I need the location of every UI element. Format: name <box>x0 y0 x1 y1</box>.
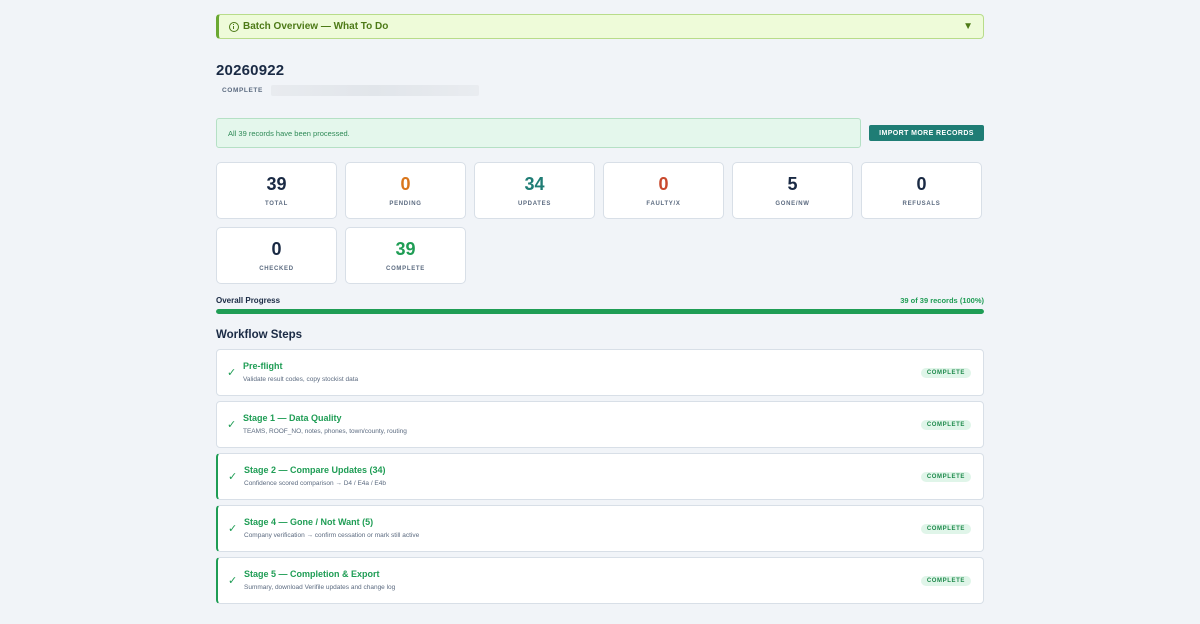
step-description: TEAMS, ROOF_NO, notes, phones, town/coun… <box>243 427 407 435</box>
step-description: Company verification → confirm cessation… <box>244 531 420 539</box>
step-description: Validate result codes, copy stockist dat… <box>243 375 359 383</box>
stat-card-gone-nw: 5 GONE/NW <box>732 162 853 219</box>
workflow-section-title: Workflow Steps <box>216 329 303 341</box>
progress-bar-fill <box>216 309 984 314</box>
chevron-down-icon[interactable]: ▼ <box>963 21 973 32</box>
workflow-step[interactable]: ✓ Stage 2 — Compare Updates (34) Confidenc… <box>216 453 984 500</box>
completion-notice-text: All 39 records have been processed. <box>228 128 350 138</box>
status-row: COMPLETE <box>216 85 984 96</box>
workflow-steps: ✓ Pre-flight Validate result codes, copy s… <box>216 349 984 604</box>
step-title: Stage 4 — Gone / Not Want (5) <box>244 516 374 527</box>
import-more-records-button[interactable]: IMPORT MORE RECORDS <box>869 125 984 141</box>
status-badge: COMPLETE <box>222 87 263 94</box>
step-title: Stage 1 — Data Quality <box>243 412 342 423</box>
progress-header: Overall Progress 39 of 39 records (100%) <box>216 296 984 305</box>
stat-card-total: 39 TOTAL <box>216 162 337 219</box>
stat-value: 39 <box>395 239 416 259</box>
status-badge: COMPLETE <box>920 523 971 534</box>
workflow-step[interactable]: ✓ Pre-flight Validate result codes, copy s… <box>216 349 984 396</box>
batch-overview-banner[interactable]: Batch Overview — What To Do ▼ <box>216 14 984 39</box>
stat-label: UPDATES <box>517 201 552 207</box>
stat-card-complete: 39 COMPLETE <box>345 227 466 284</box>
stat-label: CHECKED <box>259 266 294 272</box>
step-title: Pre-flight <box>243 360 283 371</box>
check-icon: ✓ <box>227 367 237 379</box>
stat-card-checked: 0 CHECKED <box>216 227 337 284</box>
batch-overview-page: Batch Overview — What To Do ▼ 20260922 C… <box>216 14 984 604</box>
stat-label: PENDING <box>389 201 422 207</box>
stat-label: GONE/NW <box>775 201 810 207</box>
workflow-step[interactable]: ✓ Stage 1 — Data Quality TEAMS, ROOF_NO, n… <box>216 401 984 448</box>
status-badge: COMPLETE <box>920 575 971 586</box>
stat-value: 0 <box>400 174 411 194</box>
stat-card-faulty-x: 0 FAULTY/X <box>603 162 724 219</box>
step-text: Stage 2 — Compare Updates (34) Confidence… <box>244 465 921 487</box>
status-badge: COMPLETE <box>920 367 971 378</box>
banner-header: Batch Overview — What To Do <box>229 21 388 32</box>
stat-label: FAULTY/X <box>646 201 681 207</box>
step-text: Stage 1 — Data Quality TEAMS, ROOF_NO, no… <box>243 413 921 435</box>
check-icon: ✓ <box>228 471 238 483</box>
status-badge: COMPLETE <box>920 419 971 430</box>
stat-card-pending: 0 PENDING <box>345 162 466 219</box>
stat-cards: 39 TOTAL 0 PENDING 34 UPDATES 0 FAULTY/X 5 GONE/N… <box>216 162 984 284</box>
completion-notice: All 39 records have been processed. <box>216 118 861 148</box>
stat-value: 5 <box>787 174 798 194</box>
progress-label: Overall Progress <box>216 296 281 305</box>
stat-value: 0 <box>916 174 927 194</box>
check-icon: ✓ <box>228 575 238 587</box>
step-title: Stage 2 — Compare Updates (34) <box>244 464 386 475</box>
step-text: Stage 5 — Completion & Export Summary, do… <box>244 569 921 591</box>
redacted-bar <box>270 85 479 96</box>
step-text: Pre-flight Validate result codes, copy st… <box>243 361 921 383</box>
page-title: 20260922 <box>216 62 285 79</box>
step-title: Stage 5 — Completion & Export <box>244 568 380 579</box>
stat-value: 34 <box>524 174 545 194</box>
stat-card-refusals: 0 REFUSALS <box>861 162 982 219</box>
notice-row: All 39 records have been processed. IMPO… <box>216 118 984 148</box>
stat-label: TOTAL <box>265 201 288 207</box>
stat-value: 39 <box>266 174 287 194</box>
stat-value: 0 <box>271 239 282 259</box>
progress-bar <box>216 309 984 314</box>
stat-label: REFUSALS <box>902 201 941 207</box>
banner-title: Batch Overview — What To Do <box>243 21 389 32</box>
status-badge: COMPLETE <box>920 471 971 482</box>
step-text: Stage 4 — Gone / Not Want (5) Company ver… <box>244 517 921 539</box>
stat-card-updates: 34 UPDATES <box>474 162 595 219</box>
step-description: Summary, download Verifile updates and c… <box>244 583 396 591</box>
workflow-step[interactable]: ✓ Stage 5 — Completion & Export Summary, d… <box>216 557 984 604</box>
stat-value: 0 <box>658 174 669 194</box>
progress-count: 39 of 39 records (100%) <box>900 296 984 305</box>
workflow-step[interactable]: ✓ Stage 4 — Gone / Not Want (5) Company ve… <box>216 505 984 552</box>
check-icon: ✓ <box>227 419 237 431</box>
stat-label: COMPLETE <box>386 266 425 272</box>
info-icon <box>229 21 239 32</box>
step-description: Confidence scored comparison → D4 / E4a … <box>244 479 386 487</box>
check-icon: ✓ <box>228 523 238 535</box>
